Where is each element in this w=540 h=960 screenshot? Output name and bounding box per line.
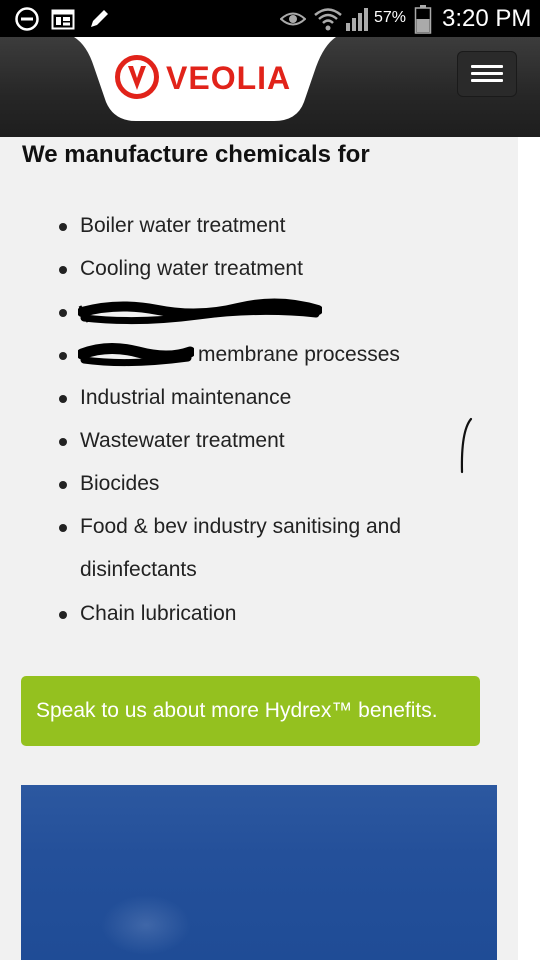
veolia-logo-icon: [115, 55, 159, 99]
list-bullet: [59, 524, 67, 532]
section-heading: We manufacture chemicals for: [22, 141, 370, 168]
hero-image-cloud: [101, 895, 191, 955]
list-item: membrane processes: [198, 343, 400, 366]
signal-icon: [344, 0, 372, 37]
eye-icon: [279, 0, 307, 37]
redaction-scribble: [78, 343, 194, 367]
list-bullet: [59, 481, 67, 489]
hamburger-menu-icon-line: [471, 72, 503, 75]
edit-icon: [86, 0, 112, 37]
list-bullet: [59, 223, 67, 231]
list-item: Wastewater treatment: [80, 429, 285, 452]
list-item: Boiler water treatment: [80, 214, 286, 237]
hamburger-menu-icon: [471, 65, 503, 68]
hamburger-menu-button[interactable]: [457, 51, 517, 97]
list-item: Cooling water treatment: [80, 257, 303, 280]
list-bullet: [59, 395, 67, 403]
pen-mark: [460, 417, 473, 474]
do-not-disturb-icon: [12, 0, 42, 37]
list-bullet: [59, 309, 67, 317]
brand-name: VEOLIA: [166, 60, 292, 96]
battery-icon: [412, 0, 434, 37]
list-bullet: [59, 266, 67, 274]
list-bullet: [59, 611, 67, 619]
list-bullet: [59, 438, 67, 446]
battery-percent: 57%: [374, 9, 407, 26]
list-item: Industrial maintenance: [80, 386, 292, 409]
hero-image: [21, 785, 497, 960]
list-bullet: [59, 352, 67, 360]
list-item: Food & bev industry sanitising and: [80, 515, 402, 538]
list-item: Biocides: [80, 472, 160, 495]
status-bar: 57% 3:20 PM: [0, 0, 540, 37]
clock-time: 3:20 PM: [442, 5, 532, 32]
list-item: Chain lubrication: [80, 602, 237, 625]
redaction-scribble: [78, 298, 322, 325]
wifi-icon: [312, 0, 344, 37]
hamburger-menu-icon-line: [471, 79, 503, 82]
list-item-continuation: disinfectants: [80, 558, 197, 581]
calendar-icon: [50, 0, 76, 37]
page-margin: [518, 137, 540, 960]
contact-cta-button[interactable]: Speak to us about more Hydrex™ benefits.: [21, 676, 480, 746]
